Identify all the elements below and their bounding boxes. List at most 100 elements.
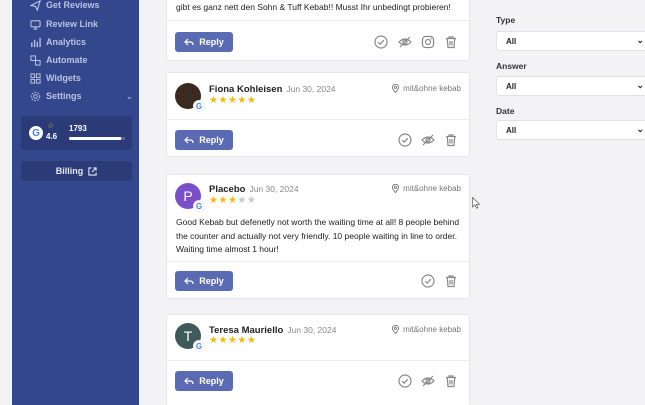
- location-name: mit&ohne kebab: [403, 325, 461, 334]
- avatar-letter: T: [183, 328, 193, 344]
- review-card: G Fiona Kohleisen Jun 30, 2024 ★★★★★ mit&…: [166, 72, 470, 157]
- trash-icon: [446, 375, 456, 388]
- star-icon: ★: [218, 95, 228, 106]
- approve-button[interactable]: [398, 374, 412, 388]
- sidebar-item-analytics[interactable]: Analytics: [30, 35, 86, 49]
- review-date: Jun 30, 2024: [249, 184, 299, 194]
- billing-button[interactable]: Billing: [21, 161, 132, 181]
- delete-button[interactable]: [444, 35, 458, 49]
- sidebar: Get Reviews Review Link Analytics Automa…: [12, 0, 139, 405]
- avatar-letter: P: [183, 188, 193, 204]
- chevron-down-icon: ⌄: [636, 35, 644, 45]
- hide-button[interactable]: [421, 374, 435, 388]
- automate-icon: [30, 54, 41, 66]
- hide-button[interactable]: [398, 35, 412, 49]
- star-icon: ★: [218, 195, 228, 206]
- reply-button[interactable]: Reply: [175, 371, 233, 391]
- filter-type-select[interactable]: All ⌄: [496, 31, 645, 51]
- approve-button[interactable]: [374, 35, 388, 49]
- check-circle-icon: [398, 374, 412, 388]
- sidebar-item-review-link[interactable]: Review Link: [30, 17, 98, 31]
- star-rating: ★★★★★: [209, 335, 256, 346]
- map-pin-icon: [392, 84, 400, 93]
- sidebar-item-settings[interactable]: Settings ⌄: [30, 89, 135, 103]
- trash-icon: [446, 134, 456, 147]
- card-divider: [167, 261, 469, 262]
- hide-button[interactable]: [421, 133, 435, 147]
- check-circle-icon: [374, 35, 388, 49]
- widgets-icon: [30, 72, 41, 84]
- star-icon: ★: [246, 335, 257, 346]
- delete-button[interactable]: [444, 133, 458, 147]
- review-location: mit&ohne kebab: [391, 325, 461, 334]
- send-icon: [30, 0, 41, 11]
- star-rating: ★★★★★: [209, 195, 256, 206]
- gear-icon: [30, 91, 41, 101]
- eye-off-icon: [398, 36, 412, 48]
- sidebar-item-widgets[interactable]: Widgets: [30, 71, 81, 85]
- avatar: G: [175, 83, 205, 112]
- trash-icon: [446, 36, 456, 49]
- filter-type-label: Type: [496, 15, 516, 25]
- location-name: mit&ohne kebab: [403, 84, 461, 93]
- author-name: Placebo: [209, 184, 246, 195]
- card-divider: [167, 20, 469, 21]
- eye-off-icon: [421, 134, 435, 146]
- reply-button[interactable]: Reply: [175, 271, 233, 291]
- review-card: P G Placebo Jun 30, 2024 ★★★★★ mit&ohne k…: [166, 174, 470, 299]
- star-icon: ★: [246, 95, 257, 106]
- reply-icon: [184, 377, 194, 385]
- filter-type-value: All: [506, 36, 517, 46]
- trash-icon: [446, 275, 456, 288]
- reply-button[interactable]: Reply: [175, 32, 233, 52]
- filter-answer-select[interactable]: All ⌄: [496, 76, 645, 96]
- star-icon: ☆: [47, 121, 55, 130]
- sidebar-item-get-reviews[interactable]: Get Reviews: [30, 0, 100, 12]
- sidebar-item-automate[interactable]: Automate: [30, 53, 88, 67]
- eye-off-icon: [421, 375, 435, 387]
- filter-date-label: Date: [496, 106, 515, 116]
- author-name: Fiona Kohleisen: [209, 84, 283, 95]
- external-link-icon: [88, 166, 97, 176]
- sidebar-item-label: Review Link: [46, 19, 99, 29]
- star-icon: ★: [218, 335, 228, 346]
- google-icon: G: [193, 200, 205, 212]
- delete-button[interactable]: [444, 374, 458, 388]
- review-location: mit&ohne kebab: [391, 84, 461, 93]
- location-name: mit&ohne kebab: [403, 184, 461, 193]
- star-icon: ★: [237, 195, 247, 206]
- star-icon: ★: [237, 95, 247, 106]
- card-divider: [167, 119, 469, 120]
- star-icon: ★: [227, 95, 238, 106]
- map-pin-icon: [392, 325, 400, 334]
- sidebar-item-label: Get Reviews: [46, 0, 100, 10]
- reply-button[interactable]: Reply: [175, 130, 233, 150]
- map-pin-icon: [392, 184, 400, 193]
- billing-label: Billing: [55, 166, 84, 176]
- sidebar-item-label: Analytics: [46, 37, 87, 47]
- review-author: Fiona Kohleisen Jun 30, 2024: [209, 84, 336, 95]
- rating-progress-bar: [69, 137, 125, 140]
- star-icon: ★: [227, 335, 238, 346]
- approve-button[interactable]: [421, 274, 435, 288]
- delete-button[interactable]: [444, 274, 458, 288]
- approve-button[interactable]: [398, 133, 412, 147]
- instagram-share-button[interactable]: [421, 35, 435, 49]
- filter-date-select[interactable]: All ⌄: [496, 120, 645, 140]
- reply-label: Reply: [199, 376, 224, 386]
- review-card: T G Teresa Mauriello Jun 30, 2024 ★★★★★ m…: [166, 314, 470, 405]
- star-icon: ★: [246, 195, 257, 206]
- review-author: Placebo Jun 30, 2024: [209, 184, 299, 195]
- sidebar-item-label: Widgets: [46, 73, 81, 83]
- reply-label: Reply: [199, 135, 224, 145]
- mouse-cursor-icon: [472, 197, 480, 209]
- monitor-icon: [30, 19, 41, 30]
- review-text: Good Kebab but defenetly not worth the w…: [176, 217, 460, 254]
- google-icon: G: [193, 340, 205, 352]
- card-divider: [167, 360, 469, 361]
- google-rating-summary: G ☆ 4.6 1793: [21, 116, 132, 150]
- google-icon: G: [29, 126, 43, 140]
- star-icon: ★: [227, 195, 238, 206]
- avatar: T G: [175, 323, 205, 352]
- review-card: gibt es ganz nett den Sohn & Tuff Kebab!…: [166, 0, 470, 61]
